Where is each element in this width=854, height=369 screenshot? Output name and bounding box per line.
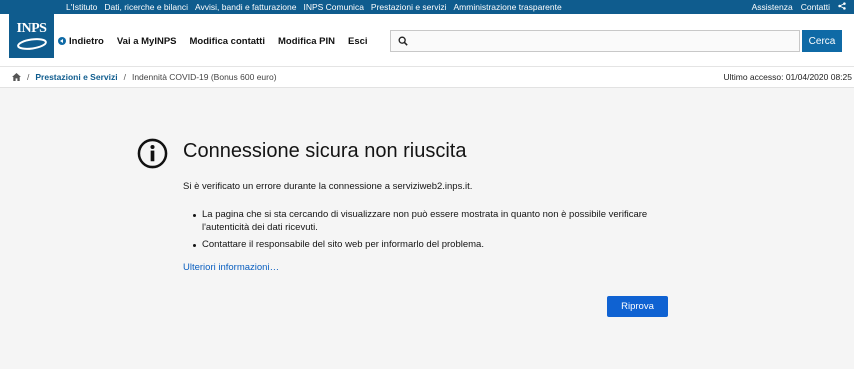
top-link-avvisi[interactable]: Avvisi, bandi e fatturazione — [195, 2, 296, 12]
home-icon[interactable] — [12, 73, 21, 81]
top-link-assistenza[interactable]: Assistenza — [752, 2, 793, 12]
breadcrumb-current: Indennità COVID-19 (Bonus 600 euro) — [131, 72, 277, 82]
retry-button[interactable]: Riprova — [607, 296, 668, 317]
nav-modifica-pin[interactable]: Modifica PIN — [278, 36, 335, 47]
back-arrow-icon — [58, 37, 66, 45]
share-icon[interactable] — [838, 2, 846, 12]
nav-esci[interactable]: Esci — [348, 36, 368, 47]
back-button[interactable]: Indietro — [58, 36, 104, 47]
main-nav: Indietro Vai a MyINPS Modifica contatti … — [58, 34, 381, 48]
top-right-links: Assistenza Contatti — [744, 0, 846, 14]
search-button[interactable]: Cerca — [802, 30, 842, 52]
more-info-link[interactable]: Ulteriori informazioni… — [183, 262, 279, 273]
top-nav: L'Istituto Dati, ricerche e bilanci Avvi… — [66, 0, 569, 14]
breadcrumb-bar: / Prestazioni e Servizi / Indennità COVI… — [0, 67, 854, 88]
top-utility-bar: L'Istituto Dati, ricerche e bilanci Avvi… — [0, 0, 854, 14]
logo-text: INPS — [16, 20, 47, 36]
top-link-comunica[interactable]: INPS Comunica — [303, 2, 363, 12]
breadcrumb: / Prestazioni e Servizi / Indennità COVI… — [12, 67, 277, 87]
error-title: Connessione sicura non riuscita — [183, 140, 467, 162]
back-label: Indietro — [69, 35, 104, 47]
nav-modifica-contatti[interactable]: Modifica contatti — [190, 36, 265, 47]
list-item: La pagina che si sta cercando di visuali… — [193, 209, 693, 234]
nav-myinps[interactable]: Vai a MyINPS — [117, 36, 177, 47]
top-link-istituto[interactable]: L'Istituto — [66, 2, 97, 12]
logo-swoosh-icon — [16, 37, 47, 50]
top-link-prestazioni[interactable]: Prestazioni e servizi — [371, 2, 447, 12]
top-link-dati[interactable]: Dati, ricerche e bilanci — [104, 2, 188, 12]
last-access-text: Ultimo accesso: 01/04/2020 08:25 — [723, 72, 852, 82]
search-input[interactable] — [413, 31, 793, 51]
top-link-trasparente[interactable]: Amministrazione trasparente — [454, 2, 562, 12]
search-box — [390, 30, 800, 52]
inps-logo[interactable]: INPS — [9, 14, 54, 58]
header: INPS Indietro Vai a MyINPS Modifica cont… — [0, 14, 854, 67]
error-bullet-list: La pagina che si sta cercando di visuali… — [193, 209, 693, 257]
breadcrumb-section-link[interactable]: Prestazioni e Servizi — [35, 72, 117, 82]
error-description: Si è verificato un errore durante la con… — [183, 181, 473, 192]
breadcrumb-separator: / — [123, 72, 126, 82]
list-item: Contattare il responsabile del sito web … — [193, 239, 693, 252]
info-icon — [137, 138, 168, 169]
top-link-contatti[interactable]: Contatti — [801, 2, 830, 12]
breadcrumb-separator: / — [27, 72, 30, 82]
search-icon — [398, 36, 408, 46]
